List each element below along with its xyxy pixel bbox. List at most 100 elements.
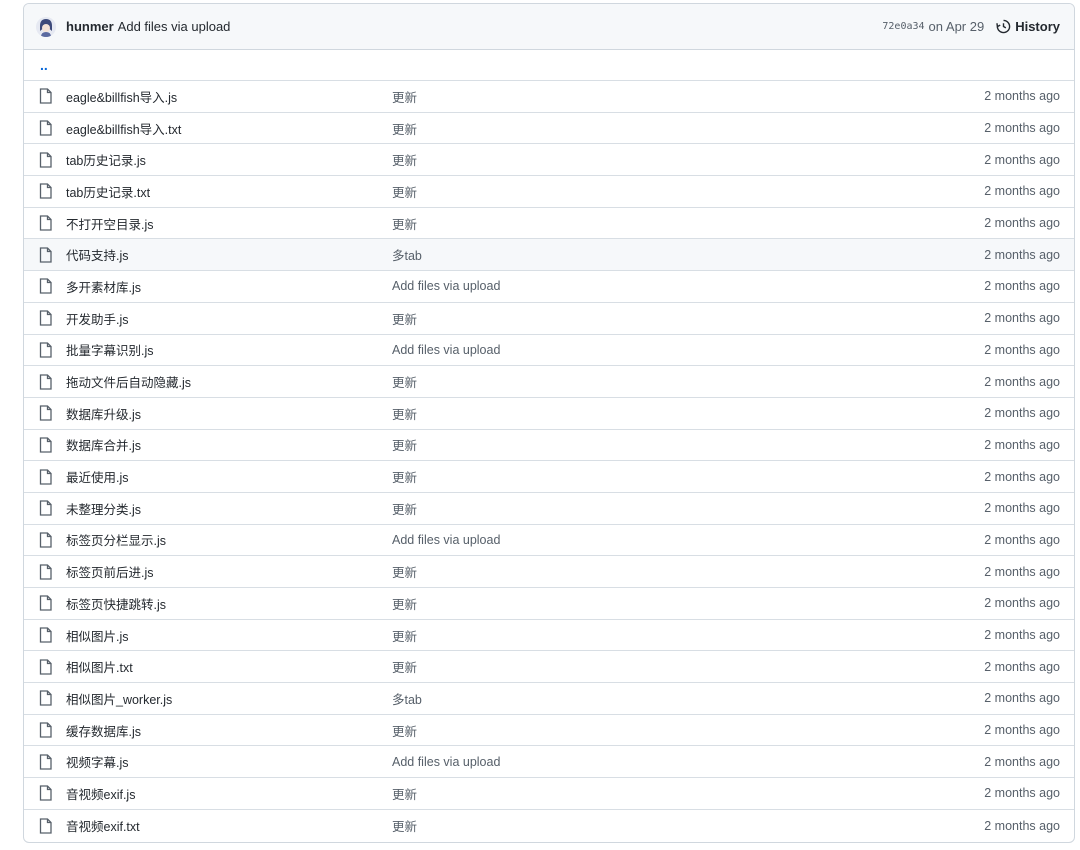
file-name-link[interactable]: 数据库合并.js [66, 435, 392, 454]
file-commit-age: 2 months ago [984, 754, 1060, 769]
file-commit-message[interactable]: Add files via upload [392, 755, 900, 769]
file-name-link[interactable]: 缓存数据库.js [66, 721, 392, 740]
file-commit-message[interactable]: 更新 [392, 657, 900, 676]
file-commit-age: 2 months ago [984, 437, 1060, 452]
file-icon [39, 627, 55, 643]
file-name-link[interactable]: 批量字幕识别.js [66, 340, 392, 359]
file-icon [39, 659, 55, 675]
file-icon [39, 373, 55, 390]
file-commit-age: 2 months ago [984, 279, 1060, 294]
file-commit-message[interactable]: 更新 [392, 182, 900, 201]
file-name-link[interactable]: 标签页前后进.js [66, 562, 392, 581]
file-name-link[interactable]: eagle&billfish导入.js [66, 87, 392, 106]
file-row[interactable]: 批量字幕识别.js Add files via upload 2 months ag… [24, 335, 1074, 367]
parent-directory-link[interactable]: .. [24, 50, 1074, 81]
file-row[interactable]: 相似图片_worker.js 多tab 2 months ago [24, 683, 1074, 715]
commit-message[interactable]: Add files via upload [118, 19, 231, 34]
file-commit-message[interactable]: 更新 [392, 150, 900, 169]
file-row[interactable]: 音视频exif.txt 更新 2 months ago [24, 810, 1074, 842]
file-row[interactable]: 视频字幕.js Add files via upload 2 months ago [24, 746, 1074, 779]
file-row[interactable]: 标签页前后进.js 更新 2 months ago [24, 556, 1074, 588]
file-commit-message[interactable]: 更新 [392, 309, 900, 328]
file-name-link[interactable]: 多开素材库.js [66, 277, 392, 296]
file-commit-age: 2 months ago [984, 723, 1060, 738]
file-row[interactable]: tab历史记录.txt 更新 2 months ago [24, 176, 1074, 208]
file-browser: hunmer Add files via upload 72e0a34 on A… [23, 3, 1075, 843]
file-name-link[interactable]: 音视频exif.txt [66, 816, 392, 835]
commit-sha[interactable]: 72e0a34 [882, 21, 924, 32]
file-commit-message[interactable]: Add files via upload [392, 533, 900, 547]
file-row[interactable]: 音视频exif.js 更新 2 months ago [24, 778, 1074, 810]
file-commit-message[interactable]: 多tab [392, 689, 900, 708]
file-commit-message[interactable]: 更新 [392, 721, 900, 740]
file-name-link[interactable]: 标签页快捷跳转.js [66, 594, 392, 613]
file-commit-message[interactable]: 更新 [392, 467, 900, 486]
history-label: History [1015, 19, 1060, 34]
commit-author[interactable]: hunmer [66, 19, 114, 34]
file-name-link[interactable]: 代码支持.js [66, 245, 392, 264]
file-icon [39, 215, 55, 231]
file-commit-age: 2 months ago [984, 691, 1060, 706]
file-name-link[interactable]: tab历史记录.js [66, 150, 392, 169]
file-name-link[interactable]: 相似图片.txt [66, 657, 392, 676]
file-commit-message[interactable]: 更新 [392, 784, 900, 803]
file-row[interactable]: 拖动文件后自动隐藏.js 更新 2 months ago [24, 366, 1074, 398]
file-name-link[interactable]: 拖动文件后自动隐藏.js [66, 372, 392, 391]
file-row[interactable]: 开发助手.js 更新 2 months ago [24, 303, 1074, 335]
file-icon [39, 183, 55, 200]
file-commit-message[interactable]: 更新 [392, 435, 900, 454]
file-name-link[interactable]: 相似图片.js [66, 626, 392, 645]
file-commit-message[interactable]: 更新 [392, 816, 900, 835]
file-name-link[interactable]: 相似图片_worker.js [66, 689, 392, 708]
file-name-link[interactable]: 未整理分类.js [66, 499, 392, 518]
file-icon [39, 405, 55, 421]
file-name-link[interactable]: tab历史记录.txt [66, 182, 392, 201]
file-row[interactable]: eagle&billfish导入.txt 更新 2 months ago [24, 113, 1074, 145]
file-commit-age: 2 months ago [984, 818, 1060, 833]
file-commit-message[interactable]: 更新 [392, 372, 900, 391]
file-row[interactable]: 相似图片.js 更新 2 months ago [24, 620, 1074, 652]
file-row[interactable]: 数据库升级.js 更新 2 months ago [24, 398, 1074, 430]
file-commit-age: 2 months ago [984, 152, 1060, 167]
file-commit-message[interactable]: 更新 [392, 119, 900, 138]
file-commit-message[interactable]: Add files via upload [392, 343, 900, 357]
file-row[interactable]: 代码支持.js 多tab 2 months ago [24, 239, 1074, 272]
latest-commit-bar: hunmer Add files via upload 72e0a34 on A… [24, 4, 1074, 50]
file-name-link[interactable]: eagle&billfish导入.txt [66, 119, 392, 138]
file-row[interactable]: 相似图片.txt 更新 2 months ago [24, 651, 1074, 684]
file-name-link[interactable]: 不打开空目录.js [66, 214, 392, 233]
file-commit-message[interactable]: 更新 [392, 594, 900, 613]
file-name-link[interactable]: 标签页分栏显示.js [66, 530, 392, 549]
file-name-link[interactable]: 最近使用.js [66, 467, 392, 486]
file-commit-message[interactable]: 更新 [392, 404, 900, 423]
file-row[interactable]: 多开素材库.js Add files via upload 2 months ago [24, 271, 1074, 303]
file-icon [39, 152, 55, 168]
history-button[interactable]: History [996, 19, 1060, 34]
file-name-link[interactable]: 开发助手.js [66, 309, 392, 328]
file-commit-message[interactable]: 多tab [392, 245, 900, 264]
file-icon [39, 437, 55, 453]
file-commit-message[interactable]: 更新 [392, 626, 900, 645]
file-commit-message[interactable]: Add files via upload [392, 279, 900, 293]
file-row[interactable]: 缓存数据库.js 更新 2 months ago [24, 715, 1074, 747]
file-icon [39, 754, 55, 770]
avatar-icon[interactable] [36, 16, 56, 37]
file-row[interactable]: 不打开空目录.js 更新 2 months ago [24, 208, 1074, 240]
file-commit-message[interactable]: 更新 [392, 499, 900, 518]
file-name-link[interactable]: 视频字幕.js [66, 752, 392, 771]
file-name-link[interactable]: 音视频exif.js [66, 784, 392, 803]
file-row[interactable]: tab历史记录.js 更新 2 months ago [24, 144, 1074, 177]
file-row[interactable]: eagle&billfish导入.js 更新 2 months ago [24, 81, 1074, 113]
file-row[interactable]: 未整理分类.js 更新 2 months ago [24, 493, 1074, 525]
file-commit-message[interactable]: 更新 [392, 214, 900, 233]
commit-date: on Apr 29 [928, 19, 985, 34]
file-commit-message[interactable]: 更新 [392, 562, 900, 581]
file-row[interactable]: 最近使用.js 更新 2 months ago [24, 461, 1074, 493]
file-row[interactable]: 标签页分栏显示.js Add files via upload 2 months a… [24, 525, 1074, 557]
file-commit-message[interactable]: 更新 [392, 87, 900, 106]
file-commit-age: 2 months ago [984, 659, 1060, 674]
file-row[interactable]: 标签页快捷跳转.js 更新 2 months ago [24, 588, 1074, 620]
file-row[interactable]: 数据库合并.js 更新 2 months ago [24, 430, 1074, 462]
file-commit-age: 2 months ago [984, 184, 1060, 199]
file-name-link[interactable]: 数据库升级.js [66, 404, 392, 423]
